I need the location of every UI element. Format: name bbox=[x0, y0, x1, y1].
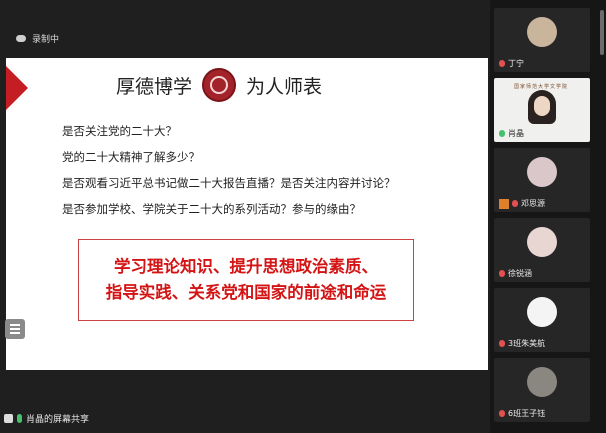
participant-name: 3班朱美航 bbox=[508, 339, 546, 348]
participant-tile[interactable]: 3班朱美航 bbox=[494, 288, 590, 352]
speaker-face bbox=[534, 96, 550, 116]
mic-off-icon bbox=[499, 340, 505, 347]
mic-on-icon bbox=[499, 130, 505, 137]
question-item: 党的二十大精神了解多少？ bbox=[62, 150, 200, 164]
participant-panel: 丁宁 国家师范大学文学院 肖晶 邓思源 徐锐涵 3班朱美航 6班王子钰 bbox=[490, 0, 606, 433]
participant-tile[interactable]: 6班王子钰 bbox=[494, 358, 590, 422]
shared-screen-area: 录制中 厚德博学 为人师表 是否关注党的二十大？ 党的二十大精神了解多少？ 是否… bbox=[0, 0, 490, 433]
participant-tile[interactable]: 徐锐涵 bbox=[494, 218, 590, 282]
avatar bbox=[527, 227, 557, 257]
cloud-icon bbox=[16, 35, 26, 42]
screen-icon bbox=[4, 414, 13, 423]
participant-scrollbar[interactable] bbox=[600, 10, 604, 55]
mic-off-icon bbox=[512, 200, 518, 207]
video-banner: 国家师范大学文学院 bbox=[514, 84, 569, 90]
highlight-line: 指导实践、关系党和国家的前途和命运 bbox=[105, 283, 387, 302]
recording-indicator[interactable]: 录制中 bbox=[16, 32, 59, 45]
highlight-box: 学习理论知识、提升思想政治素质、 指导实践、关系党和国家的前途和命运 bbox=[78, 239, 414, 321]
question-item: 是否关注党的二十大？ bbox=[62, 124, 177, 138]
motto-left: 厚德博学 bbox=[116, 75, 193, 98]
highlight-line: 学习理论知识、提升思想政治素质、 bbox=[114, 257, 378, 276]
microphone-icon bbox=[17, 414, 22, 423]
user-icon bbox=[499, 198, 509, 209]
university-emblem-icon bbox=[202, 68, 237, 102]
mic-off-icon bbox=[499, 60, 505, 67]
avatar bbox=[527, 157, 557, 187]
participant-name: 肖晶 bbox=[508, 129, 524, 138]
mic-off-icon bbox=[499, 270, 505, 277]
avatar bbox=[527, 297, 557, 327]
screen-share-bar: 肖晶的屏幕共享 bbox=[4, 412, 89, 425]
avatar bbox=[527, 367, 557, 397]
participant-name: 丁宁 bbox=[508, 59, 524, 68]
mic-off-icon bbox=[499, 410, 505, 417]
avatar bbox=[527, 17, 557, 47]
question-item: 是否参加学校、学院关于二十大的系列活动？参与的缘由？ bbox=[62, 202, 361, 216]
motto-right: 为人师表 bbox=[246, 75, 323, 98]
screen-share-label: 肖晶的屏幕共享 bbox=[26, 415, 90, 425]
participant-tile[interactable]: 丁宁 bbox=[494, 8, 590, 72]
presentation-slide: 厚德博学 为人师表 是否关注党的二十大？ 党的二十大精神了解多少？ 是否观看习近… bbox=[6, 58, 488, 370]
participant-tile-video[interactable]: 国家师范大学文学院 肖晶 bbox=[494, 78, 590, 142]
participant-tile[interactable]: 邓思源 bbox=[494, 148, 590, 212]
red-flag-decoration bbox=[6, 66, 28, 110]
participant-name: 徐锐涵 bbox=[508, 269, 532, 278]
participant-name: 邓思源 bbox=[521, 199, 545, 208]
question-list: 是否关注党的二十大？ 党的二十大精神了解多少？ 是否观看习近平总书记做二十大报告… bbox=[62, 118, 396, 222]
participant-name: 6班王子钰 bbox=[508, 409, 546, 418]
menu-toggle-icon[interactable] bbox=[5, 319, 25, 339]
slide-header: 厚德博学 为人师表 bbox=[116, 64, 436, 106]
recording-label: 录制中 bbox=[32, 35, 60, 45]
question-item: 是否观看习近平总书记做二十大报告直播？是否关注内容并讨论？ bbox=[62, 176, 396, 190]
